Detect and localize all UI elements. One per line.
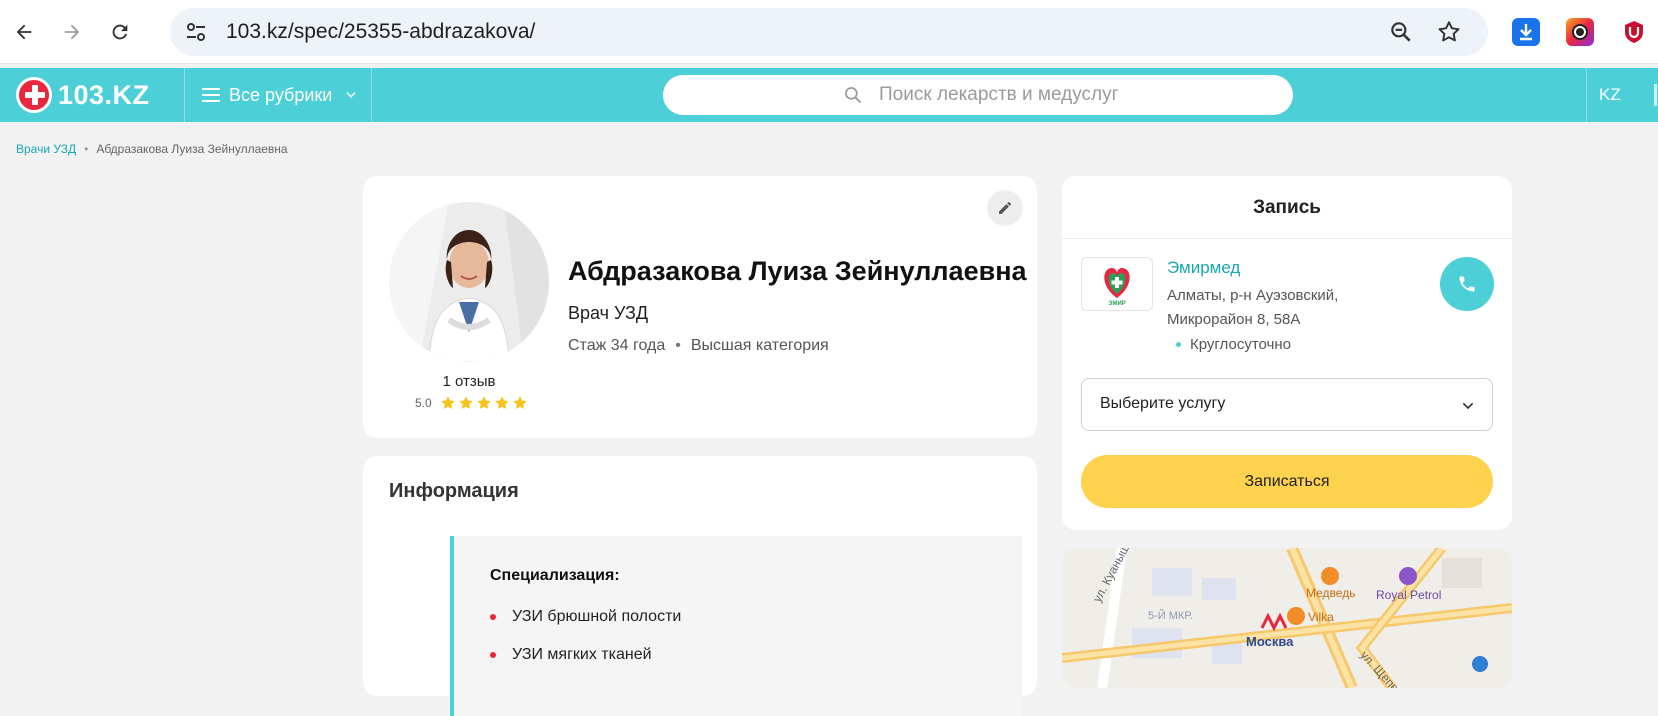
clinic-hours-label: Круглосуточно (1190, 336, 1291, 353)
site-logo[interactable]: 103.KZ (16, 76, 150, 114)
list-item: УЗИ мягких тканей (490, 646, 652, 664)
specialization-block: Специализация: УЗИ брюшной полости УЗИ м… (450, 536, 1022, 716)
clinic-name-link[interactable]: Эмирмед (1167, 258, 1240, 278)
map-poi-label: Медведь (1306, 586, 1356, 600)
list-item-label: УЗИ брюшной полости (512, 608, 682, 625)
back-button[interactable] (6, 14, 42, 50)
map-metro-label: Москва (1246, 634, 1294, 649)
star-icon (513, 396, 527, 409)
zoom-icon[interactable] (1388, 19, 1414, 45)
header-divider (371, 68, 372, 122)
phone-icon (1459, 276, 1475, 292)
address-bar[interactable]: 103.kz/spec/25355-abdrazakova/ (170, 8, 1488, 56)
svg-text:ЭМИР: ЭМИР (1108, 301, 1126, 307)
bullet-icon (490, 652, 496, 658)
doctor-meta: Стаж 34 года • Высшая категория (568, 337, 829, 355)
map-card[interactable]: ул. Куанышбаев 5-Й МКР. Москва Медведь V… (1062, 548, 1512, 688)
rating-value: 5.0 (415, 396, 432, 410)
shield-extension-icon[interactable] (1620, 18, 1648, 46)
call-button[interactable] (1440, 257, 1494, 311)
header-divider (1586, 68, 1587, 122)
rating: 5.0 (415, 395, 530, 411)
map-background (1062, 548, 1512, 688)
breadcrumb: Врачи УЗД • Абдразакова Луиза Зейнуллаев… (16, 142, 288, 156)
breadcrumb-separator: • (84, 142, 89, 156)
clinic-hours: Круглосуточно (1176, 336, 1291, 353)
service-select-label: Выберите услугу (1100, 395, 1226, 412)
information-card: Информация Специализация: УЗИ брюшной по… (363, 456, 1037, 716)
arrow-left-icon (16, 24, 32, 40)
rubrics-label: Все рубрики (229, 84, 333, 105)
booking-title: Запись (1253, 197, 1321, 218)
breadcrumb-current: Абдразакова Луиза Зейнуллаевна (96, 142, 288, 156)
chevron-down-icon (1462, 402, 1474, 410)
doctor-avatar (389, 202, 549, 362)
clinic-logo[interactable]: ЭМИР (1081, 257, 1153, 311)
specialization-heading: Специализация: (490, 567, 620, 584)
arrow-right-icon (64, 24, 80, 40)
doctor-experience: Стаж 34 года (568, 337, 666, 354)
map-poi-label: Royal Petrol (1376, 588, 1442, 602)
color-extension-icon[interactable] (1566, 18, 1594, 46)
bullet-icon (490, 614, 496, 620)
doctor-category: Высшая категория (690, 337, 829, 354)
map-poi-label: Vilka (1308, 610, 1334, 624)
pencil-icon (999, 202, 1011, 214)
doctor-profile-card: 1 отзыв 5.0 Абдразакова Луиза Зейнуллаев… (363, 176, 1037, 438)
site-settings-icon[interactable] (184, 20, 208, 44)
edit-button[interactable] (987, 190, 1023, 226)
booking-card: Запись ЭМИР Эмирмед Алматы, р-н Ауэзовск… (1062, 176, 1512, 530)
chevron-down-icon (346, 92, 356, 98)
reload-button[interactable] (102, 14, 138, 50)
rating-stars (440, 395, 530, 411)
list-item-label: УЗИ мягких тканей (512, 646, 652, 663)
url-text[interactable]: 103.kz/spec/25355-abdrazakova/ (226, 20, 535, 44)
reload-icon (112, 24, 128, 40)
header-divider (184, 68, 185, 122)
logo-text: 103.KZ (58, 79, 150, 110)
reviews-count[interactable]: 1 отзыв (389, 373, 549, 390)
divider (1062, 238, 1512, 239)
doctor-specialty: Врач УЗД (568, 303, 649, 323)
all-rubrics-menu[interactable]: Все рубрики (202, 68, 358, 122)
search-box[interactable] (663, 75, 1293, 115)
medical-cross-icon (16, 77, 52, 113)
browser-toolbar: 103.kz/spec/25355-abdrazakova/ (0, 0, 1658, 64)
menu-icon (202, 88, 220, 102)
book-button[interactable]: Записаться (1081, 455, 1493, 508)
download-extension-icon[interactable] (1512, 18, 1540, 46)
map-district-label: 5-Й МКР. (1148, 610, 1193, 622)
forward-button[interactable] (54, 14, 90, 50)
site-header: 103.KZ Все рубрики KZ (0, 68, 1658, 122)
header-edge-bar (1654, 84, 1657, 106)
search-input[interactable] (879, 83, 1269, 107)
star-icon (477, 396, 491, 409)
star-icon (495, 396, 509, 409)
bookmark-star-icon[interactable] (1436, 19, 1462, 45)
breadcrumb-link-uzd[interactable]: Врачи УЗД (16, 142, 76, 156)
info-title: Информация (389, 480, 519, 502)
meta-separator: • (675, 337, 681, 354)
clinic-address: Алматы, р-н Ауэзовский, Микрорайон 8, 58… (1167, 287, 1339, 328)
doctor-name: Абдразакова Луиза Зейнуллаевна (568, 256, 1027, 286)
status-dot-icon (1176, 342, 1181, 347)
language-switch[interactable]: KZ (1599, 68, 1621, 122)
service-select[interactable]: Выберите услугу (1081, 378, 1493, 431)
search-icon (845, 87, 862, 104)
star-icon (459, 396, 473, 409)
list-item: УЗИ брюшной полости (490, 608, 681, 626)
star-icon (441, 396, 455, 409)
